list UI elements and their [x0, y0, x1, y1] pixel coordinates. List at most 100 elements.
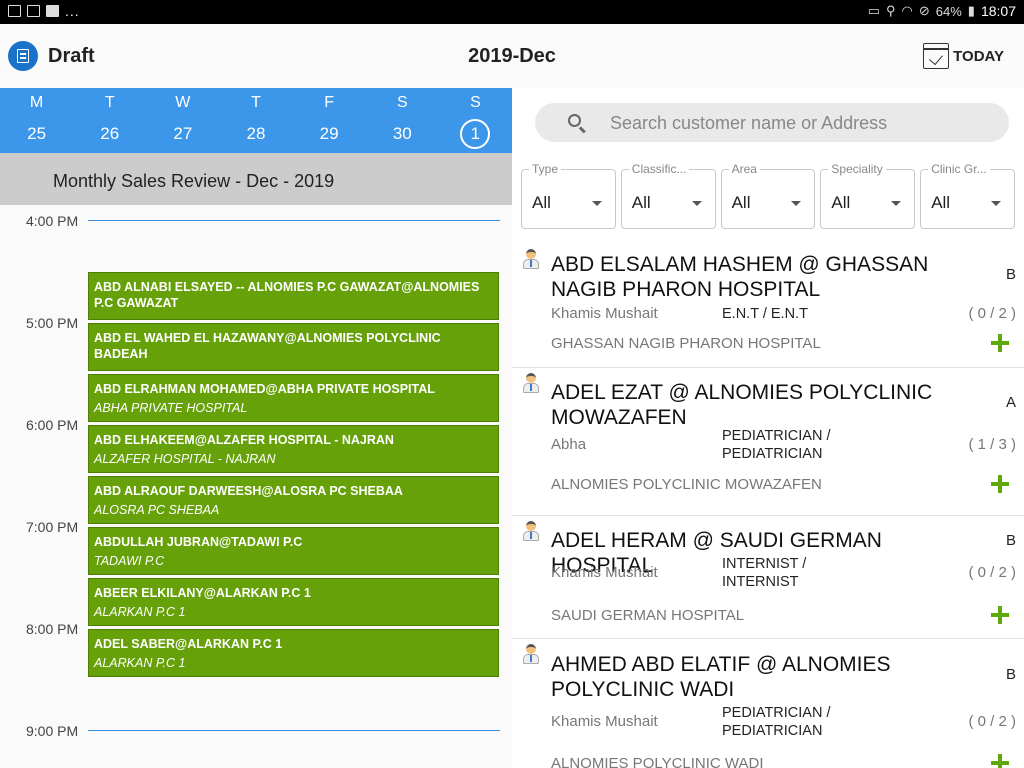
app-notification-icon	[46, 5, 59, 17]
visit-event-title: ABDULLAH JUBRAN@TADAWI P.C	[94, 535, 303, 549]
filter-dropdown[interactable]: Type All	[521, 162, 616, 229]
customer-search-input[interactable]	[610, 111, 990, 135]
visit-event[interactable]: ABD ALRAOUF DARWEESH@ALOSRA PC SHEBAA ALO…	[88, 476, 499, 524]
week-day-6[interactable]: S1	[439, 88, 512, 153]
cast-icon: ▭	[867, 3, 880, 18]
chevron-down-icon	[791, 201, 802, 206]
visit-event-subtitle: ALOSRA PC SHEBAA	[94, 503, 220, 517]
visit-event-subtitle: ALZAFER HOSPITAL - NAJRAN	[94, 452, 276, 466]
visit-event-title: ADEL SABER@ALARKAN P.C 1	[94, 637, 283, 651]
draft-title: Draft	[48, 45, 95, 67]
visit-event-subtitle: ABHA PRIVATE HOSPITAL	[94, 401, 248, 415]
chevron-down-icon	[990, 201, 1001, 206]
customer-name: ADEL EZAT @ ALNOMIES POLYCLINIC MOWAZAFE…	[551, 381, 933, 429]
customer-card[interactable]: ABD ELSALAM HASHEM @ GHASSAN NAGIB PHARO…	[512, 245, 1024, 368]
today-button[interactable]: TODAY	[923, 40, 1004, 72]
week-day-1[interactable]: T 26	[73, 88, 146, 153]
visit-event-title: ABEER ELKILANY@ALARKAN P.C 1	[94, 586, 311, 600]
add-visit-plus-icon[interactable]	[990, 474, 1010, 494]
status-clock: 18:07	[980, 3, 1016, 19]
week-day-3[interactable]: T 28	[219, 88, 292, 153]
visit-count: ( 0 / 2 )	[968, 564, 1016, 581]
filter-value: All	[731, 193, 751, 212]
filter-dropdown[interactable]: Classific... All	[620, 162, 716, 229]
visit-event[interactable]: ABD ELHAKEEM@ALZAFER HOSPITAL - NAJRAN AL…	[88, 425, 499, 473]
date-number: 30	[392, 124, 412, 143]
monthly-review-label: Monthly Sales Review - Dec - 2019	[53, 171, 335, 191]
video-notification-icon	[27, 5, 40, 17]
filter-dropdown[interactable]: Area All	[720, 162, 816, 229]
day-timeline[interactable]: 4:00 PM 5:00 PM 6:00 PM 7:00 PM 8:00 PM 9:00 …	[0, 205, 512, 768]
customer-hospital: ALNOMIES POLYCLINIC MOWAZAFEN	[551, 476, 822, 493]
visit-event[interactable]: ADEL SABER@ALARKAN P.C 1 ALARKAN P.C 1	[88, 629, 499, 677]
time-label: 4:00 PM	[26, 213, 79, 229]
visit-count: ( 0 / 2 )	[968, 305, 1016, 322]
search-icon	[568, 114, 581, 127]
filter-dropdown[interactable]: Speciality All	[820, 162, 916, 229]
customer-card[interactable]: AHMED ABD ELATIF @ ALNOMIES POLYCLINIC W…	[512, 640, 1024, 768]
customer-speciality: PEDIATRICIAN / PEDIATRICIAN	[722, 705, 831, 739]
filter-value: All	[532, 193, 551, 212]
time-label: 7:00 PM	[26, 519, 79, 535]
time-label: 9:00 PM	[26, 723, 79, 739]
visit-event[interactable]: ABDULLAH JUBRAN@TADAWI P.C TADAWI P.C	[88, 527, 499, 575]
customer-card[interactable]: ADEL HERAM @ SAUDI GERMAN HOSPITAL B Khami…	[512, 517, 1024, 639]
add-visit-plus-icon[interactable]	[990, 333, 1010, 353]
customer-card[interactable]: ADEL EZAT @ ALNOMIES POLYCLINIC MOWAZAFE…	[512, 369, 1024, 516]
week-strip: M 25 T 26 W 27 T 28 F 29 S 30 S 1	[0, 88, 512, 153]
date-number: 25	[27, 124, 47, 143]
add-visit-plus-icon[interactable]	[990, 753, 1010, 768]
customer-search-bar[interactable]	[535, 103, 1009, 142]
week-day-0[interactable]: M 25	[0, 88, 73, 153]
visit-event-title: ABD EL WAHED EL HAZAWANY@ALNOMIES POLYCL…	[94, 331, 441, 361]
customer-hospital: GHASSAN NAGIB PHARON HOSPITAL	[551, 335, 821, 352]
visit-event[interactable]: ABEER ELKILANY@ALARKAN P.C 1 ALARKAN P.C …	[88, 578, 499, 626]
customer-city: Khamis Mushait	[551, 713, 658, 730]
customer-city: Abha	[551, 436, 587, 453]
chevron-down-icon	[591, 201, 602, 206]
filter-value: All	[631, 193, 651, 212]
filter-dropdown[interactable]: Clinic Gr... All	[920, 162, 1015, 229]
customer-grade: B	[1005, 666, 1016, 683]
draft-document-icon[interactable]	[8, 41, 38, 71]
battery-percent: 64%	[935, 3, 962, 19]
visit-event-subtitle: TADAWI P.C	[94, 554, 165, 568]
time-label: 8:00 PM	[26, 621, 79, 637]
chevron-down-icon	[891, 201, 902, 206]
date-number: 28	[246, 124, 266, 143]
week-day-5[interactable]: S 30	[366, 88, 439, 153]
add-visit-plus-icon[interactable]	[990, 605, 1010, 625]
day-of-week-label: S	[470, 94, 481, 111]
more-notifications-indicator: ...	[65, 3, 80, 19]
monthly-review-banner[interactable]: Monthly Sales Review - Dec - 2019	[0, 153, 512, 205]
date-number: 27	[173, 124, 193, 143]
do-not-disturb-icon: ⊘	[918, 3, 930, 18]
visit-event[interactable]: ABD ALNABI ELSAYED -- ALNOMIES P.C GAWAZ…	[88, 272, 499, 320]
location-icon: ⚲	[885, 3, 896, 18]
customer-grade: B	[1005, 266, 1016, 283]
visit-event-title: ABD ELRAHMAN MOHAMED@ABHA PRIVATE HOSPIT…	[94, 382, 435, 396]
week-day-4[interactable]: F 29	[293, 88, 366, 153]
week-day-2[interactable]: W 27	[146, 88, 219, 153]
day-of-week-label: M	[29, 94, 44, 111]
hour-line	[88, 220, 500, 221]
customer-hospital: ALNOMIES POLYCLINIC WADI	[551, 755, 764, 768]
day-of-week-label: S	[396, 94, 408, 111]
filter-label: Classific...	[628, 162, 690, 176]
customer-grade: B	[1005, 532, 1016, 549]
customer-name: ABD ELSALAM HASHEM @ GHASSAN NAGIB PHARO…	[551, 253, 929, 301]
visit-event[interactable]: ABD ELRAHMAN MOHAMED@ABHA PRIVATE HOSPIT…	[88, 374, 499, 422]
today-button-label: TODAY	[953, 47, 1004, 65]
chevron-down-icon	[691, 201, 702, 206]
filter-label: Speciality	[828, 162, 886, 176]
customer-speciality: INTERNIST / INTERNIST	[722, 556, 807, 590]
customer-name: AHMED ABD ELATIF @ ALNOMIES POLYCLINIC W…	[551, 653, 891, 701]
wifi-icon: ◠	[901, 3, 913, 18]
selected-date: 1	[460, 119, 491, 149]
status-bar: ... ▭ ⚲ ◠ ⊘ 64% ▮ 18:07	[0, 0, 1024, 24]
visit-event-subtitle: ALARKAN P.C 1	[94, 656, 186, 670]
customer-city: Khamis Mushait	[551, 305, 658, 322]
visit-event-title: ABD ELHAKEEM@ALZAFER HOSPITAL - NAJRAN	[94, 433, 394, 447]
customer-speciality: E.N.T / E.N.T	[722, 306, 808, 322]
visit-event[interactable]: ABD EL WAHED EL HAZAWANY@ALNOMIES POLYCL…	[88, 323, 499, 371]
